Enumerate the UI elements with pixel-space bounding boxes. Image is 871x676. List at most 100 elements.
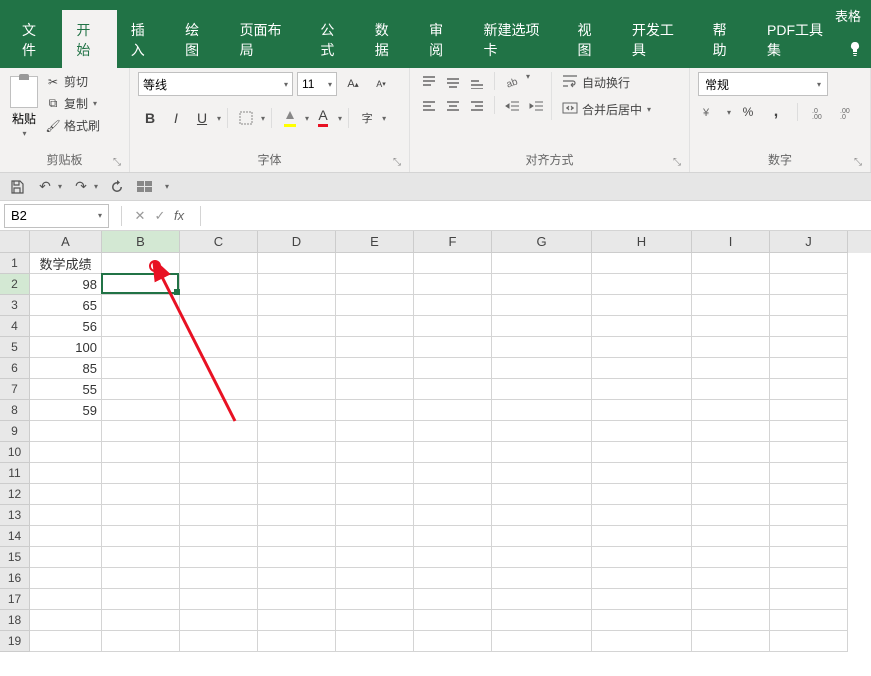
cell-G16[interactable] bbox=[492, 568, 592, 589]
cell-E11[interactable] bbox=[336, 463, 414, 484]
cell-I17[interactable] bbox=[692, 589, 770, 610]
tab-data[interactable]: 数据 bbox=[361, 10, 415, 68]
cell-C5[interactable] bbox=[180, 337, 258, 358]
row-header-8[interactable]: 8 bbox=[0, 400, 30, 421]
row-header-12[interactable]: 12 bbox=[0, 484, 30, 505]
number-format-select[interactable]: 常规 ▾ bbox=[698, 72, 828, 96]
cell-H18[interactable] bbox=[592, 610, 692, 631]
cell-D11[interactable] bbox=[258, 463, 336, 484]
cell-B8[interactable] bbox=[102, 400, 180, 421]
cell-A10[interactable] bbox=[30, 442, 102, 463]
cell-C4[interactable] bbox=[180, 316, 258, 337]
font-size-select[interactable]: 11 ▾ bbox=[297, 72, 337, 96]
cell-C2[interactable] bbox=[180, 274, 258, 295]
select-all-corner[interactable] bbox=[0, 231, 30, 253]
format-painter-button[interactable]: 🖌 格式刷 bbox=[44, 116, 102, 135]
cell-D17[interactable] bbox=[258, 589, 336, 610]
cell-I13[interactable] bbox=[692, 505, 770, 526]
copy-dropdown-caret-icon[interactable]: ▾ bbox=[93, 99, 97, 108]
cell-I9[interactable] bbox=[692, 421, 770, 442]
cell-I15[interactable] bbox=[692, 547, 770, 568]
cell-C1[interactable] bbox=[180, 253, 258, 274]
align-top-button[interactable] bbox=[418, 72, 440, 92]
column-header-C[interactable]: C bbox=[180, 231, 258, 253]
cell-F8[interactable] bbox=[414, 400, 492, 421]
cell-H14[interactable] bbox=[592, 526, 692, 547]
align-middle-button[interactable] bbox=[442, 72, 464, 92]
cell-H1[interactable] bbox=[592, 253, 692, 274]
tab-review[interactable]: 审阅 bbox=[415, 10, 469, 68]
confirm-formula-button[interactable]: ✓ bbox=[150, 206, 170, 226]
border-button[interactable] bbox=[234, 106, 258, 130]
cell-H19[interactable] bbox=[592, 631, 692, 652]
bold-button[interactable]: B bbox=[138, 106, 162, 130]
cell-I8[interactable] bbox=[692, 400, 770, 421]
column-header-B[interactable]: B bbox=[102, 231, 180, 253]
cell-A3[interactable]: 65 bbox=[30, 295, 102, 316]
cell-I6[interactable] bbox=[692, 358, 770, 379]
cell-C13[interactable] bbox=[180, 505, 258, 526]
cell-E19[interactable] bbox=[336, 631, 414, 652]
align-bottom-button[interactable] bbox=[466, 72, 488, 92]
cell-A11[interactable] bbox=[30, 463, 102, 484]
cell-E13[interactable] bbox=[336, 505, 414, 526]
cell-A9[interactable] bbox=[30, 421, 102, 442]
cell-A5[interactable]: 100 bbox=[30, 337, 102, 358]
undo-caret-icon[interactable]: ▾ bbox=[58, 182, 62, 191]
fill-color-caret-icon[interactable]: ▾ bbox=[305, 114, 309, 123]
cell-D6[interactable] bbox=[258, 358, 336, 379]
cell-E14[interactable] bbox=[336, 526, 414, 547]
cell-J7[interactable] bbox=[770, 379, 848, 400]
cell-A1[interactable]: 数学成绩 bbox=[30, 253, 102, 274]
cell-G4[interactable] bbox=[492, 316, 592, 337]
column-header-G[interactable]: G bbox=[492, 231, 592, 253]
row-header-4[interactable]: 4 bbox=[0, 316, 30, 337]
column-header-A[interactable]: A bbox=[30, 231, 102, 253]
cell-C18[interactable] bbox=[180, 610, 258, 631]
tab-draw[interactable]: 绘图 bbox=[171, 10, 225, 68]
cell-C11[interactable] bbox=[180, 463, 258, 484]
phonetic-button[interactable]: 字 bbox=[355, 106, 379, 130]
cell-H6[interactable] bbox=[592, 358, 692, 379]
cell-G17[interactable] bbox=[492, 589, 592, 610]
cell-F19[interactable] bbox=[414, 631, 492, 652]
cell-F2[interactable] bbox=[414, 274, 492, 295]
cell-J13[interactable] bbox=[770, 505, 848, 526]
row-header-18[interactable]: 18 bbox=[0, 610, 30, 631]
cell-E5[interactable] bbox=[336, 337, 414, 358]
cell-F18[interactable] bbox=[414, 610, 492, 631]
cell-D16[interactable] bbox=[258, 568, 336, 589]
cell-H4[interactable] bbox=[592, 316, 692, 337]
row-header-11[interactable]: 11 bbox=[0, 463, 30, 484]
cell-D15[interactable] bbox=[258, 547, 336, 568]
cell-G1[interactable] bbox=[492, 253, 592, 274]
cell-H16[interactable] bbox=[592, 568, 692, 589]
alignment-dialog-launcher-icon[interactable]: ⤡ bbox=[673, 157, 681, 168]
cell-D7[interactable] bbox=[258, 379, 336, 400]
increase-indent-button[interactable] bbox=[525, 96, 547, 116]
cell-D18[interactable] bbox=[258, 610, 336, 631]
column-header-E[interactable]: E bbox=[336, 231, 414, 253]
cell-I3[interactable] bbox=[692, 295, 770, 316]
cell-G11[interactable] bbox=[492, 463, 592, 484]
cell-D12[interactable] bbox=[258, 484, 336, 505]
cell-E17[interactable] bbox=[336, 589, 414, 610]
row-header-9[interactable]: 9 bbox=[0, 421, 30, 442]
cell-B15[interactable] bbox=[102, 547, 180, 568]
cell-G3[interactable] bbox=[492, 295, 592, 316]
row-header-3[interactable]: 3 bbox=[0, 295, 30, 316]
cell-B13[interactable] bbox=[102, 505, 180, 526]
cell-G12[interactable] bbox=[492, 484, 592, 505]
row-header-1[interactable]: 1 bbox=[0, 253, 30, 274]
merge-center-button[interactable]: 合并后居中 ▾ bbox=[560, 99, 653, 120]
cell-B19[interactable] bbox=[102, 631, 180, 652]
cell-B10[interactable] bbox=[102, 442, 180, 463]
cell-J18[interactable] bbox=[770, 610, 848, 631]
percent-button[interactable]: % bbox=[737, 102, 759, 122]
redo-caret-icon[interactable]: ▾ bbox=[94, 182, 98, 191]
decrease-decimal-button[interactable]: .00.0 bbox=[836, 102, 858, 122]
cell-H12[interactable] bbox=[592, 484, 692, 505]
cell-F17[interactable] bbox=[414, 589, 492, 610]
cell-A8[interactable]: 59 bbox=[30, 400, 102, 421]
cell-A14[interactable] bbox=[30, 526, 102, 547]
